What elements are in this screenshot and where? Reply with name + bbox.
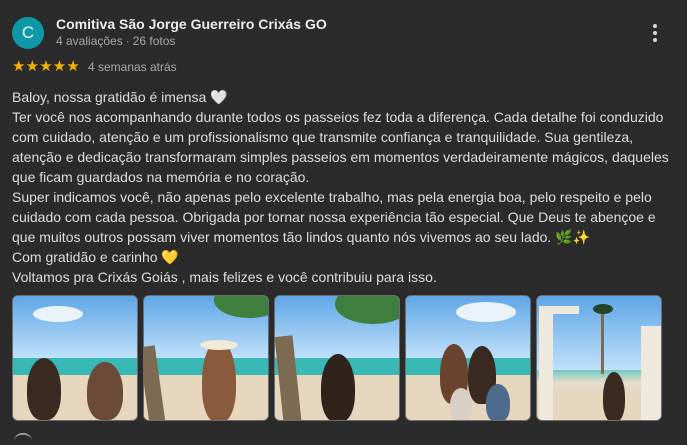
photo-cloud <box>456 302 516 322</box>
star-rating: ★ ★ ★ ★ ★ <box>12 59 80 75</box>
photo-3[interactable] <box>274 295 400 421</box>
photo-person <box>450 388 472 420</box>
photo-2[interactable] <box>143 295 269 421</box>
photo-cloud <box>33 306 83 322</box>
review-line: Super indicamos você, não apenas pelo ex… <box>12 189 652 205</box>
reviews-count: 4 avaliações <box>56 34 123 48</box>
photo-person <box>321 354 355 420</box>
review-line: Voltamos pra Crixás Goiás , mais felizes… <box>12 269 437 285</box>
photo-structure <box>539 306 553 420</box>
photo-5[interactable] <box>536 295 662 421</box>
review-line: Baloy, nossa gratidão é imensa 🤍 <box>12 89 228 105</box>
review-line: atenção e dedicação transformaram simple… <box>12 149 669 165</box>
rating-row: ★ ★ ★ ★ ★ 4 semanas atrás <box>12 59 177 75</box>
reviewer-name[interactable]: Comitiva São Jorge Guerreiro Crixás GO <box>56 16 327 32</box>
review-line: que muitos outros possam viver momentos … <box>12 229 591 245</box>
review-line: cuidado com cada pessoa. Obrigada por to… <box>12 209 656 225</box>
photo-1[interactable] <box>12 295 138 421</box>
photo-person <box>603 372 625 420</box>
reviewer-avatar[interactable]: C <box>12 17 44 49</box>
star-icon: ★ <box>52 58 67 75</box>
photos-count: 26 fotos <box>132 34 176 48</box>
review-text: Baloy, nossa gratidão é imensa 🤍 Ter voc… <box>12 87 677 287</box>
more-vert-dot <box>653 31 657 35</box>
star-icon: ★ <box>25 58 40 75</box>
photo-sky <box>13 296 137 358</box>
photo-person <box>27 358 61 420</box>
more-options-button[interactable] <box>644 22 666 44</box>
more-vert-icon <box>653 24 657 28</box>
review-time: 4 semanas atrás <box>87 60 177 74</box>
photo-palm-trunk <box>601 310 604 374</box>
reviewer-meta: 4 avaliações · 26 fotos <box>56 34 175 48</box>
photo-hat <box>200 340 238 350</box>
photo-structure <box>539 306 579 314</box>
star-icon: ★ <box>39 58 53 75</box>
review-line: Ter você nos acompanhando durante todos … <box>12 109 664 125</box>
review-line: que ficam guardados na memória e no cora… <box>12 169 310 185</box>
meta-separator: · <box>125 34 130 48</box>
review-line: com cuidado, atenção e um profissionalis… <box>12 129 634 145</box>
star-icon: ★ <box>12 58 26 75</box>
photo-palm-leaves <box>593 304 613 314</box>
avatar-initial: C <box>21 23 35 42</box>
photo-person <box>486 384 510 420</box>
photo-person <box>202 340 236 420</box>
photo-4[interactable] <box>405 295 531 421</box>
review-photos <box>12 295 662 421</box>
review-line: Com gratidão e carinho 💛 <box>12 249 179 265</box>
star-icon: ★ <box>66 58 80 75</box>
photo-person <box>87 362 123 420</box>
more-vert-dot <box>653 38 657 42</box>
photo-structure <box>641 326 661 420</box>
like-icon[interactable] <box>14 433 32 445</box>
